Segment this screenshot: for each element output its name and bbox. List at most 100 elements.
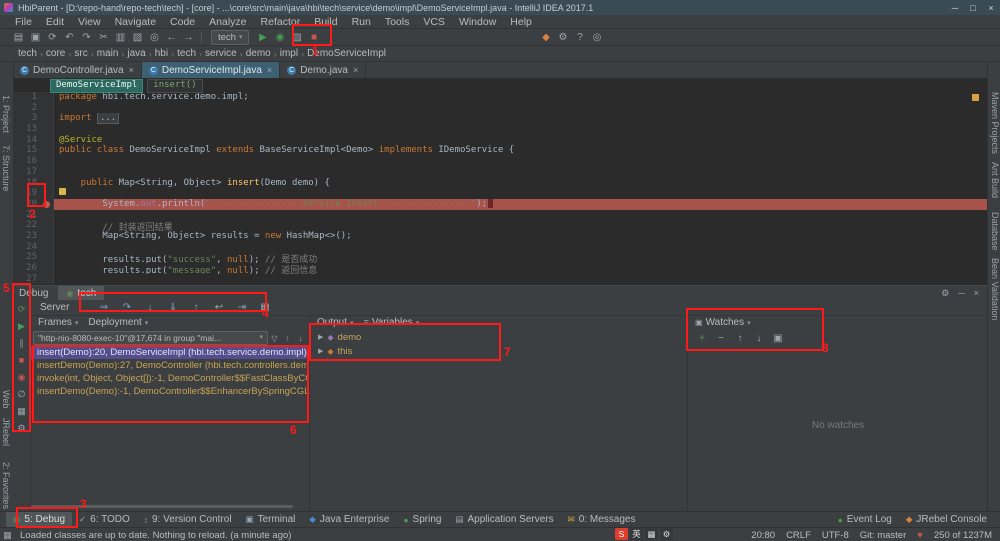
frames-dropdown[interactable]: Frames: [38, 317, 78, 328]
intention-bulb-icon[interactable]: [59, 188, 66, 195]
ime-lang-icon[interactable]: 英: [630, 528, 643, 540]
tab-democontroller-java[interactable]: CDemoController.java×: [13, 62, 142, 78]
run-to-cursor-icon[interactable]: ⇥: [230, 302, 253, 313]
step-out-icon[interactable]: ↑: [184, 302, 207, 313]
help-icon[interactable]: ?: [571, 32, 588, 43]
tool-strip-7-structure[interactable]: 7: Structure: [1, 145, 11, 192]
mute-breakpoints-icon[interactable]: ∅: [18, 390, 26, 399]
tool-strip-ant-build[interactable]: Ant Build: [990, 162, 1000, 198]
drop-frame-icon[interactable]: ↩: [207, 302, 230, 313]
code-text[interactable]: import ...: [54, 113, 987, 124]
code-text[interactable]: @Service: [54, 135, 987, 146]
stack-frame[interactable]: insertDemo(Demo):-1, DemoController$$Enh…: [31, 385, 309, 398]
code-text[interactable]: Map<String, Object> results = new HashMa…: [54, 231, 987, 242]
show-execution-point-icon[interactable]: ⇒: [92, 302, 115, 313]
code-text[interactable]: System.out.println("---------------- Ser…: [54, 199, 987, 210]
code-text[interactable]: // 封装返回结果: [54, 220, 987, 231]
thread-select[interactable]: "http-nio-8080-exec-10"@17,674 in group …: [33, 331, 268, 345]
tool-button-spring[interactable]: ●Spring: [396, 512, 448, 528]
deployment-dropdown[interactable]: Deployment: [88, 317, 148, 328]
minimize-icon[interactable]: ─: [946, 3, 964, 13]
rerun-icon[interactable]: ⟳: [18, 305, 26, 314]
tool-button-6-todo[interactable]: ✓6: TODO: [72, 512, 137, 528]
save-all-icon[interactable]: ▣: [27, 32, 44, 43]
resume-icon[interactable]: ▶: [18, 322, 25, 331]
dbg-minimize-icon[interactable]: ─: [958, 288, 964, 299]
close-icon[interactable]: ×: [353, 65, 358, 75]
crumb-tech[interactable]: tech: [16, 48, 39, 59]
dbg-settings-icon[interactable]: ⚙: [941, 288, 949, 299]
menu-code[interactable]: Code: [163, 16, 202, 28]
menu-file[interactable]: File: [8, 16, 39, 28]
restore-layout-icon[interactable]: ▦: [17, 407, 26, 416]
tool-strip-database[interactable]: Database: [990, 212, 1000, 251]
crumb-src[interactable]: src: [72, 48, 89, 59]
menu-window[interactable]: Window: [452, 16, 503, 28]
menu-tools[interactable]: Tools: [378, 16, 417, 28]
menu-build[interactable]: Build: [307, 16, 344, 28]
view-breakpoints-icon[interactable]: ◉: [18, 373, 26, 382]
code-text[interactable]: results.put("success", null); // 是否成功: [54, 252, 987, 263]
tab-output[interactable]: Output: [317, 317, 354, 328]
stop-icon[interactable]: ■: [305, 32, 322, 43]
menu-vcs[interactable]: VCS: [416, 16, 452, 28]
copy-icon[interactable]: ▥: [112, 32, 129, 43]
tool-button-jrebel-console[interactable]: ◆JRebel Console: [899, 512, 994, 528]
tab-variables[interactable]: Variables: [364, 317, 420, 328]
crumb-service[interactable]: service: [203, 48, 239, 59]
settings-icon[interactable]: ⚙: [554, 32, 571, 43]
tab-server[interactable]: Server: [31, 302, 78, 313]
tool-strip-jrebel[interactable]: JRebel: [1, 418, 11, 446]
tool-strip-bean-validation[interactable]: Bean Validation: [990, 258, 1000, 320]
tool-button-terminal[interactable]: ▣Terminal: [239, 512, 303, 528]
variable-this[interactable]: ▶◆this: [310, 344, 688, 358]
add-watch-icon[interactable]: +: [696, 333, 708, 344]
breadcrumb-chip-demoserviceimpl[interactable]: DemoServiceImpl: [50, 79, 143, 93]
stack-frame[interactable]: insertDemo(Demo):27, DemoController (hbi…: [31, 359, 309, 372]
debug-icon[interactable]: ◉: [271, 32, 288, 43]
memory-indicator[interactable]: 250 of 1237M: [934, 530, 992, 541]
redo-icon[interactable]: ↷: [78, 32, 95, 43]
expand-arrow-icon[interactable]: ▶: [318, 333, 323, 341]
stop-icon[interactable]: ■: [19, 356, 24, 365]
step-into-icon[interactable]: ↓: [138, 302, 161, 313]
undo-icon[interactable]: ↶: [61, 32, 78, 43]
cut-icon[interactable]: ✂: [95, 32, 112, 43]
close-icon[interactable]: ×: [982, 3, 1000, 13]
menu-refactor[interactable]: Refactor: [254, 16, 308, 28]
jrebel-icon[interactable]: ◆: [537, 32, 554, 43]
code-text[interactable]: public class DemoServiceImpl extends Bas…: [54, 145, 987, 156]
evaluate-expression-icon[interactable]: ▦: [253, 302, 276, 313]
move-watch-up-icon[interactable]: ↑: [734, 333, 746, 344]
open-icon[interactable]: ▤: [10, 32, 27, 43]
tool-button-5-debug[interactable]: ◉5: Debug: [6, 512, 72, 528]
stack-frame[interactable]: insert(Demo):20, DemoServiceImpl (hbi.te…: [31, 346, 309, 359]
crumb-main[interactable]: main: [95, 48, 121, 59]
crumb-java[interactable]: java: [125, 48, 147, 59]
tool-button-event-log[interactable]: ●Event Log: [831, 512, 899, 528]
tool-strip-1-project[interactable]: 1: Project: [1, 95, 11, 133]
crumb-demoserviceimpl[interactable]: DemoServiceImpl: [305, 48, 388, 59]
tool-button-java-enterprise[interactable]: ◆Java Enterprise: [302, 512, 396, 528]
paste-icon[interactable]: ▧: [129, 32, 146, 43]
watches-header[interactable]: Watches: [695, 317, 751, 328]
expand-arrow-icon[interactable]: ▶: [318, 347, 323, 355]
code-text[interactable]: [54, 188, 987, 199]
menu-view[interactable]: View: [71, 16, 108, 28]
git-branch[interactable]: Git: master: [860, 530, 906, 541]
menu-edit[interactable]: Edit: [39, 16, 71, 28]
sogou-icon[interactable]: S: [615, 528, 628, 540]
code-text[interactable]: [54, 103, 987, 114]
search-everywhere-icon[interactable]: ◎: [588, 32, 605, 43]
back-icon[interactable]: ←: [163, 32, 180, 43]
tab-demo-java[interactable]: CDemo.java×: [280, 62, 366, 78]
move-watch-down-icon[interactable]: ↓: [753, 333, 765, 344]
line-separator[interactable]: CRLF: [786, 530, 811, 541]
menu-run[interactable]: Run: [345, 16, 378, 28]
crumb-tech[interactable]: tech: [175, 48, 198, 59]
remove-watch-icon[interactable]: −: [715, 333, 727, 344]
encoding[interactable]: UTF-8: [822, 530, 849, 541]
maximize-icon[interactable]: □: [964, 3, 982, 13]
tool-button-0-messages[interactable]: ✉0: Messages: [561, 512, 643, 528]
settings-icon[interactable]: ⚙: [17, 424, 25, 433]
